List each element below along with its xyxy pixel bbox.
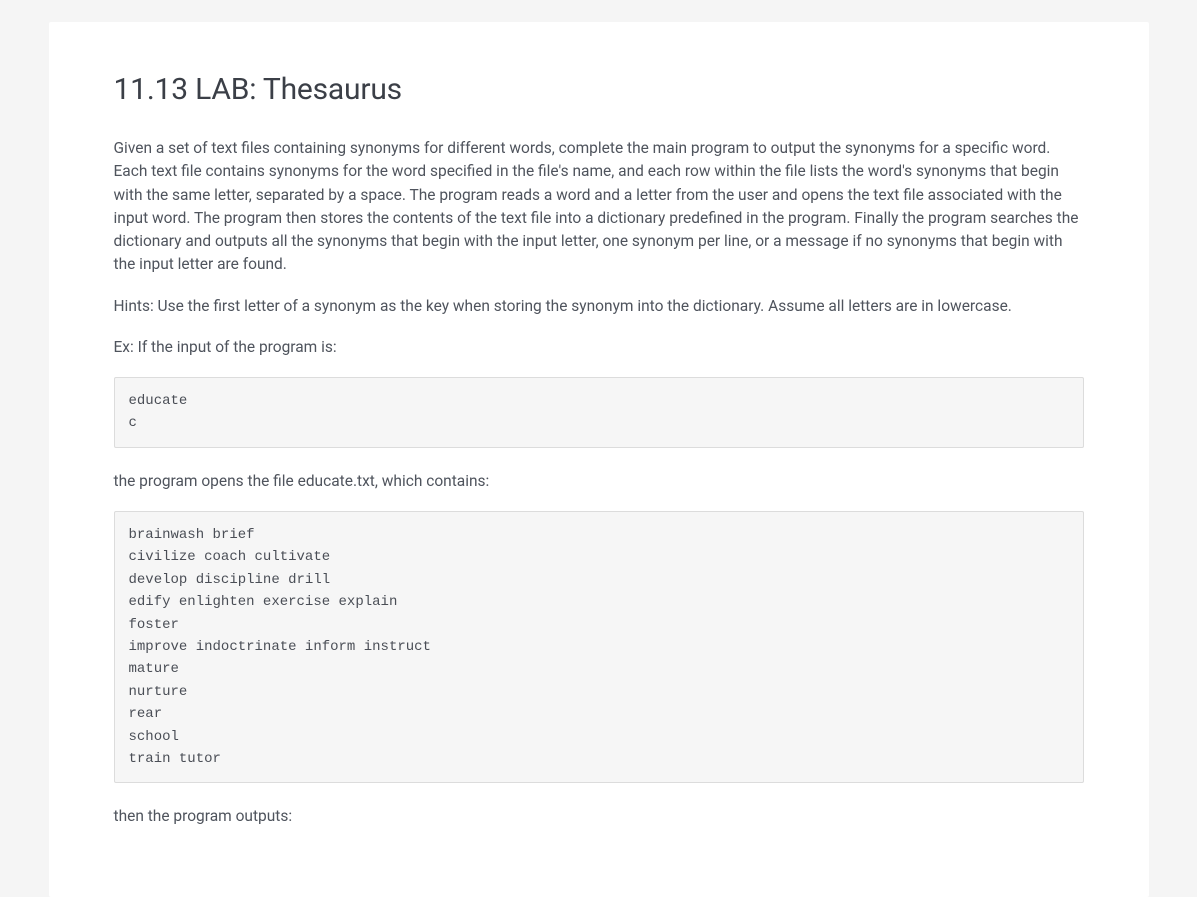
content-card: 11.13 LAB: Thesaurus Given a set of text… bbox=[49, 22, 1149, 897]
intro-paragraph: Given a set of text files containing syn… bbox=[114, 137, 1084, 277]
page-title: 11.13 LAB: Thesaurus bbox=[114, 72, 1084, 107]
file-lead: the program opens the file educate.txt, … bbox=[114, 470, 1084, 493]
output-lead: then the program outputs: bbox=[114, 805, 1084, 828]
input-example-code: educate c bbox=[114, 377, 1084, 448]
file-contents-code: brainwash brief civilize coach cultivate… bbox=[114, 511, 1084, 783]
example-lead: Ex: If the input of the program is: bbox=[114, 336, 1084, 359]
hints-paragraph: Hints: Use the first letter of a synonym… bbox=[114, 295, 1084, 318]
